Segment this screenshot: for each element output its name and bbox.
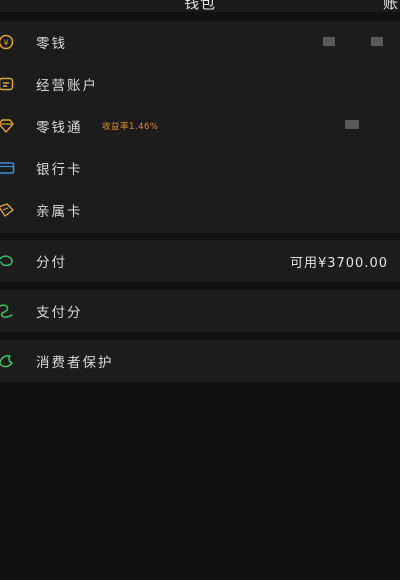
family-card-icon [0,201,15,219]
fenfu-label: 分付 [36,255,67,271]
wallet-section: ¥ 零钱 经营账户 零钱通 收益率1.46% 银行卡 亲属卡 [0,21,400,233]
bill-link[interactable]: 账 [383,0,398,13]
row-jingying[interactable]: 经营账户 [0,63,400,105]
row-bankcard[interactable]: 银行卡 [0,147,400,189]
fenfu-icon [0,252,15,270]
yield-badge: 收益率1.46% [102,122,159,132]
row-fenfu[interactable]: 分付 可用¥3700.00 [0,240,400,282]
jingying-label: 经营账户 [36,78,98,94]
row-consumer-protection[interactable]: 消费者保护 [0,340,400,382]
chevron-blur [371,37,383,46]
row-lingqian[interactable]: ¥ 零钱 [0,21,400,63]
lingqiantong-label: 零钱通 [36,120,83,136]
zhifufen-label: 支付分 [36,305,83,321]
svg-text:¥: ¥ [3,39,8,48]
balance-blur [323,37,335,46]
fenfu-section: 分付 可用¥3700.00 [0,240,400,282]
shield-icon [0,352,15,370]
page-title: 钱包 [183,0,216,12]
pay-score-icon [0,302,15,320]
bank-card-icon [0,159,15,177]
row-zhifufen[interactable]: 支付分 [0,290,400,332]
qinshuka-label: 亲属卡 [36,204,83,220]
lingqiantong-blur [345,120,359,129]
consumer-section: 消费者保护 [0,340,400,382]
consumer-label: 消费者保护 [36,355,114,371]
diamond-icon [0,117,15,135]
top-bar: 钱包 账 [0,0,400,12]
coin-icon: ¥ [0,33,15,51]
row-qinshuka[interactable]: 亲属卡 [0,189,400,231]
bankcard-label: 银行卡 [36,162,83,178]
zhifufen-section: 支付分 [0,290,400,332]
fenfu-available: 可用¥3700.00 [289,255,388,271]
lingqian-label: 零钱 [36,36,67,52]
business-account-icon [0,75,15,93]
row-lingqiantong[interactable]: 零钱通 收益率1.46% [0,105,400,147]
